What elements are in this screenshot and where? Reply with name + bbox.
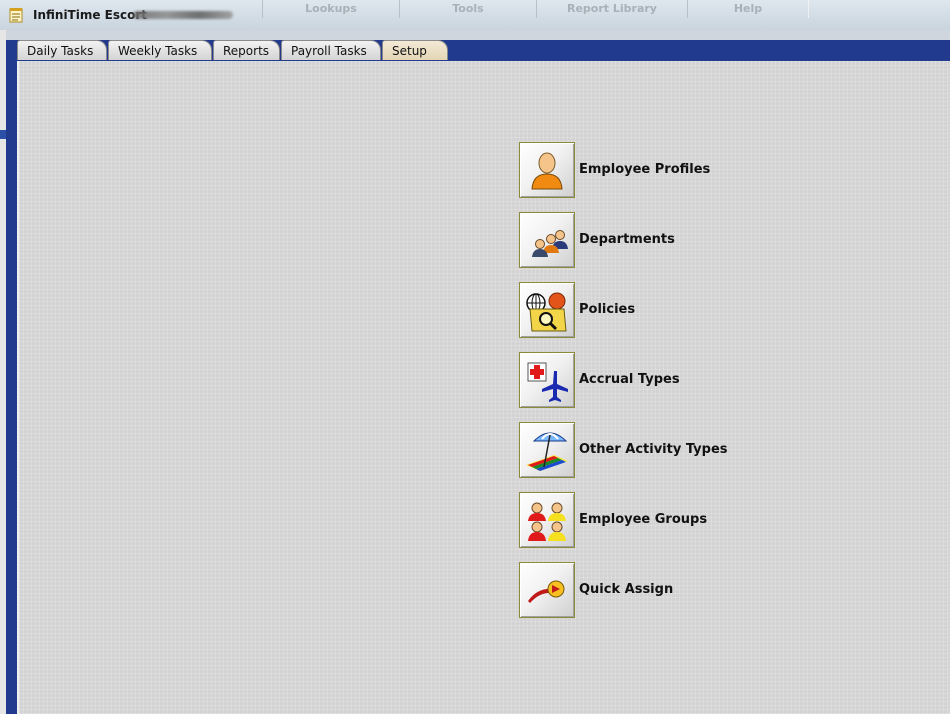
menu-lookups[interactable]: Lookups <box>262 0 400 18</box>
setup-item-accrual-types[interactable]: Accrual Types <box>519 352 849 408</box>
menu-report-library[interactable]: Report Library <box>536 0 688 18</box>
menu-help[interactable]: Help <box>687 0 809 18</box>
policy-folder-icon <box>526 292 567 332</box>
setup-item-other-activity-types[interactable]: Other Activity Types <box>519 422 849 478</box>
window-title: InfiniTime Escort <box>33 8 148 22</box>
other-activity-types-button[interactable] <box>519 422 575 478</box>
tab-daily-tasks[interactable]: Daily Tasks <box>17 40 107 60</box>
setup-item-departments[interactable]: Departments <box>519 212 849 268</box>
menu-tools[interactable]: Tools <box>399 0 537 18</box>
redacted-text <box>133 11 233 19</box>
title-bar: InfiniTime Escort Lookups Tools Report L… <box>0 0 950 31</box>
quick-assign-icon <box>528 580 565 603</box>
other-activity-types-label[interactable]: Other Activity Types <box>579 442 728 457</box>
app-notepad-icon <box>9 8 23 23</box>
employee-profiles-label[interactable]: Employee Profiles <box>579 162 710 177</box>
departments-button[interactable] <box>519 212 575 268</box>
tab-payroll-tasks[interactable]: Payroll Tasks <box>281 40 381 60</box>
policies-label[interactable]: Policies <box>579 302 635 317</box>
tab-reports[interactable]: Reports <box>213 40 280 60</box>
accrual-types-label[interactable]: Accrual Types <box>579 372 680 387</box>
departments-label[interactable]: Departments <box>579 232 675 247</box>
quick-assign-button[interactable] <box>519 562 575 618</box>
employee-groups-label[interactable]: Employee Groups <box>579 512 707 527</box>
beach-umbrella-icon <box>526 432 568 471</box>
accrual-types-button[interactable] <box>519 352 575 408</box>
medical-airplane-icon <box>527 362 568 402</box>
employee-groups-icon <box>528 502 566 541</box>
setup-item-policies[interactable]: Policies <box>519 282 849 338</box>
employee-profiles-button[interactable] <box>519 142 575 198</box>
setup-item-quick-assign[interactable]: Quick Assign <box>519 562 849 618</box>
setup-item-employee-profiles[interactable]: Employee Profiles <box>519 142 849 198</box>
policies-button[interactable] <box>519 282 575 338</box>
quick-assign-label[interactable]: Quick Assign <box>579 582 673 597</box>
employee-groups-button[interactable] <box>519 492 575 548</box>
tab-setup[interactable]: Setup <box>382 40 448 60</box>
band-top <box>6 30 950 40</box>
person-icon <box>531 152 563 190</box>
people-group-icon <box>532 230 568 257</box>
tab-weekly-tasks[interactable]: Weekly Tasks <box>108 40 212 60</box>
setup-item-employee-groups[interactable]: Employee Groups <box>519 492 849 548</box>
top-menu: Lookups Tools Report Library Help <box>262 0 950 18</box>
